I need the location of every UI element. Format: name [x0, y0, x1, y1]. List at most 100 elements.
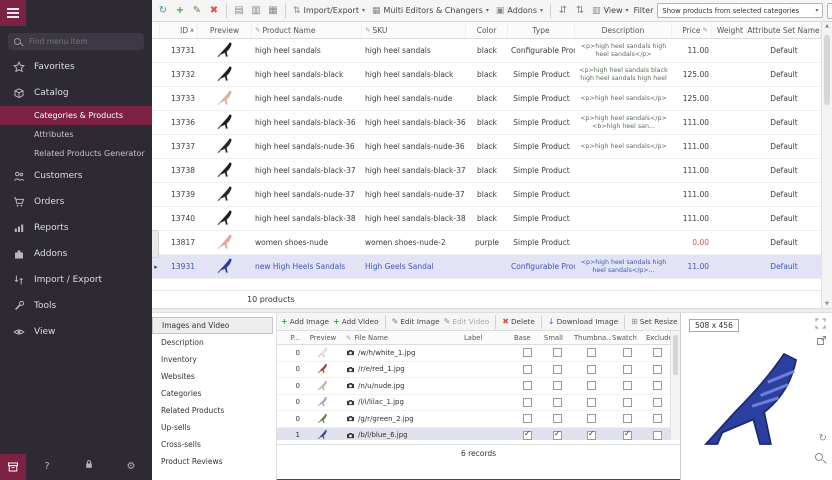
- scrollbar-thumb[interactable]: [824, 35, 830, 105]
- base-checkbox[interactable]: [523, 365, 532, 374]
- vertical-scrollbar[interactable]: ▲ ▼: [821, 22, 832, 308]
- scrollbar-thumb[interactable]: [673, 335, 678, 375]
- detail-tab[interactable]: Up-sells: [152, 419, 276, 436]
- scroll-down-arrow[interactable]: ▼: [822, 301, 832, 307]
- sidebar-item-import-export[interactable]: Import / Export: [0, 267, 152, 293]
- sidebar-item-tools[interactable]: Tools: [0, 293, 152, 319]
- sort-button[interactable]: ⇅: [573, 5, 587, 16]
- refresh-button[interactable]: ↻: [156, 5, 170, 16]
- exclude-checkbox[interactable]: [653, 381, 662, 390]
- swatch-checkbox[interactable]: [623, 348, 632, 357]
- thumbnail-checkbox[interactable]: [587, 431, 596, 440]
- exclude-checkbox[interactable]: [653, 348, 662, 357]
- import-export-dropdown[interactable]: ⇅ Import/Export ▾: [291, 6, 367, 16]
- small-checkbox[interactable]: [553, 381, 562, 390]
- delete-image-button[interactable]: ✖Delete: [502, 317, 535, 326]
- column-header-price[interactable]: Price✎: [672, 22, 712, 38]
- lock-button[interactable]: [68, 454, 110, 480]
- add-product-button[interactable]: +: [173, 5, 187, 16]
- column-header-id[interactable]: ID▲: [160, 22, 198, 38]
- sort-ascending-button[interactable]: ⇵: [556, 5, 570, 16]
- column-header-label[interactable]: Label: [462, 334, 512, 342]
- sidebar-item-categories-products[interactable]: Categories & Products: [0, 106, 152, 125]
- thumbnail-checkbox[interactable]: [587, 414, 596, 423]
- image-row[interactable]: 0 /r/e/red_1.jpg: [277, 362, 670, 379]
- filter-select[interactable]: Show products from selected categories ▾: [657, 3, 823, 18]
- column-header-file-name[interactable]: ✎File Name: [344, 334, 462, 342]
- edit-video-button[interactable]: ✎Edit Video: [444, 317, 490, 326]
- expand-button[interactable]: [815, 318, 826, 331]
- view-dropdown[interactable]: ▥ View ▾: [590, 6, 631, 16]
- column-header-preview[interactable]: Preview: [302, 334, 344, 342]
- sidebar-item-favorites[interactable]: Favorites: [0, 54, 152, 80]
- exclude-checkbox[interactable]: [653, 398, 662, 407]
- exclude-checkbox[interactable]: [653, 365, 662, 374]
- column-header-position[interactable]: P...: [284, 334, 302, 342]
- thumbnail-checkbox[interactable]: [587, 381, 596, 390]
- thumbnail-checkbox[interactable]: [587, 398, 596, 407]
- sidebar-item-addons[interactable]: Addons: [0, 241, 152, 267]
- detail-tab[interactable]: Related Products: [152, 402, 276, 419]
- column-header-color[interactable]: Color: [466, 22, 508, 38]
- paste-button[interactable]: ▥: [249, 5, 263, 16]
- thumbnail-checkbox[interactable]: [587, 348, 596, 357]
- sidebar-item-view[interactable]: View: [0, 319, 152, 345]
- column-header-small[interactable]: Small: [542, 334, 572, 342]
- detail-tab[interactable]: Categories: [152, 385, 276, 402]
- multi-editors-dropdown[interactable]: ▦ Multi Editors & Changers ▾: [370, 6, 491, 16]
- search-input[interactable]: [27, 36, 138, 47]
- sidebar-collapse-handle[interactable]: [152, 230, 159, 258]
- detail-tab[interactable]: Product Reviews: [152, 453, 276, 470]
- sidebar-item-attributes[interactable]: Attributes: [0, 125, 152, 144]
- column-header-weight[interactable]: Weight: [712, 22, 747, 38]
- small-checkbox[interactable]: [553, 431, 562, 440]
- column-header-base[interactable]: Base: [512, 334, 542, 342]
- column-header-sku[interactable]: ✎SKU: [362, 22, 466, 38]
- images-vertical-scrollbar[interactable]: [670, 331, 680, 440]
- column-header-attribute-set[interactable]: Attribute Set Name: [747, 22, 821, 38]
- table-row[interactable]: 13736 high heel sandals-black-36 high he…: [152, 111, 821, 135]
- small-checkbox[interactable]: [553, 414, 562, 423]
- swatch-checkbox[interactable]: [623, 398, 632, 407]
- sidebar-item-orders[interactable]: Orders: [0, 189, 152, 215]
- rotate-button[interactable]: ↻: [819, 433, 827, 444]
- thumbnail-checkbox[interactable]: [587, 365, 596, 374]
- image-row[interactable]: 0 /g/r/green_2.jpg: [277, 411, 670, 428]
- column-header-type[interactable]: Type: [508, 22, 575, 38]
- delete-product-button[interactable]: ✖: [207, 5, 221, 16]
- sidebar-search[interactable]: [8, 33, 144, 50]
- small-checkbox[interactable]: [553, 398, 562, 407]
- download-image-button[interactable]: ↓Download Image: [548, 317, 618, 326]
- column-header-exclude[interactable]: Exclude: [644, 334, 670, 342]
- archive-button[interactable]: [0, 454, 26, 480]
- edit-image-button[interactable]: ✎Edit Image: [392, 317, 440, 326]
- table-row[interactable]: 13739 high heel sandals-nude-37 high hee…: [152, 183, 821, 207]
- image-row[interactable]: 1 /b/l/blue_6.jpg: [277, 428, 670, 441]
- image-row[interactable]: 0 /n/u/nude.jpg: [277, 378, 670, 395]
- open-external-button[interactable]: [816, 335, 827, 348]
- image-row[interactable]: 0 /w/h/white_1.jpg: [277, 345, 670, 362]
- base-checkbox[interactable]: [523, 431, 532, 440]
- help-button[interactable]: ?: [26, 454, 68, 480]
- table-row[interactable]: 13931 new High Heels Sandals High Geels …: [152, 255, 821, 279]
- exclude-checkbox[interactable]: [653, 414, 662, 423]
- table-row[interactable]: 13737 high heel sandals-nude-36 high hee…: [152, 135, 821, 159]
- add-video-button[interactable]: +Add Video: [333, 317, 379, 326]
- swatch-checkbox[interactable]: [623, 431, 632, 440]
- base-checkbox[interactable]: [523, 348, 532, 357]
- table-row[interactable]: 13732 high heel sandals-black high heel …: [152, 63, 821, 87]
- sidebar-item-customers[interactable]: Customers: [0, 163, 152, 189]
- swatch-checkbox[interactable]: [623, 381, 632, 390]
- column-header-preview[interactable]: Preview: [198, 22, 252, 38]
- column-header-product-name[interactable]: ✎Product Name: [252, 22, 362, 38]
- image-row[interactable]: 0 /l/i/lilac_1.jpg: [277, 395, 670, 412]
- settings-button[interactable]: ⚙: [110, 454, 152, 480]
- swatch-checkbox[interactable]: [623, 414, 632, 423]
- copy-button[interactable]: ▤: [232, 5, 246, 16]
- sidebar-item-catalog[interactable]: Catalog: [0, 80, 152, 106]
- small-checkbox[interactable]: [553, 348, 562, 357]
- table-row[interactable]: 13738 high heel sandals-black-37 high he…: [152, 159, 821, 183]
- table-row[interactable]: 13817 women shoes-nude women shoes-nude-…: [152, 231, 821, 255]
- addons-dropdown[interactable]: ▣ Addons ▾: [494, 6, 545, 16]
- table-row[interactable]: 13733 high heel sandals-nude high heel s…: [152, 87, 821, 111]
